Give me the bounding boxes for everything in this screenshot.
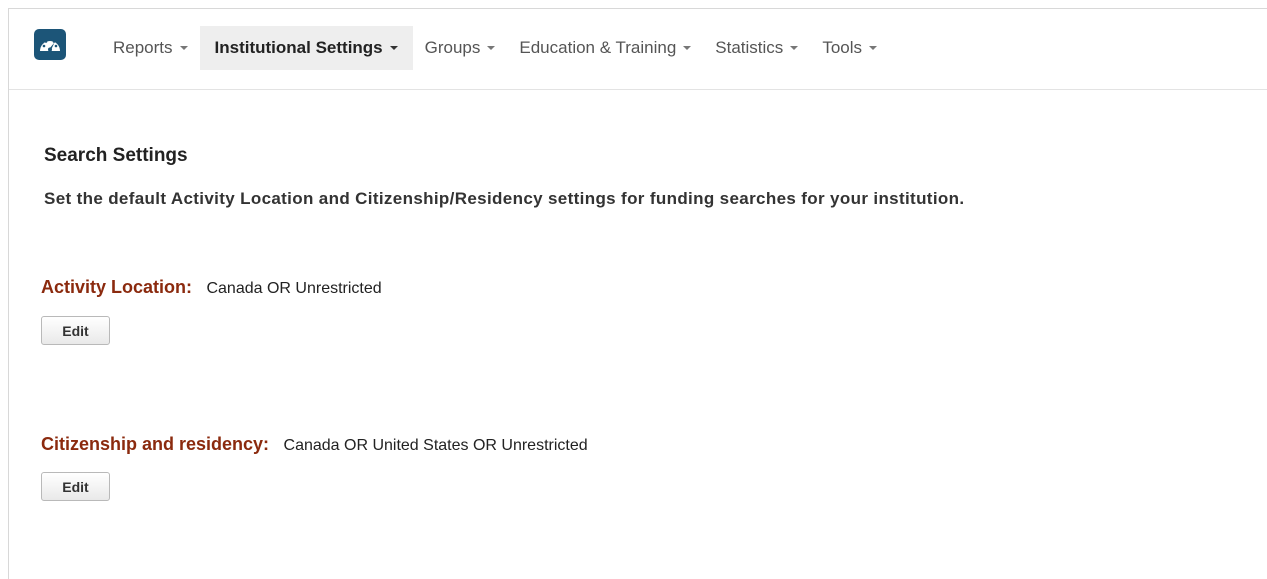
caret-down-icon: [683, 46, 692, 50]
nav-item-groups[interactable]: Groups: [413, 26, 508, 70]
nav-item-label: Statistics: [715, 38, 784, 57]
nav-item-institutional-settings[interactable]: Institutional Settings: [199, 26, 413, 70]
edit-activity-location-button[interactable]: Edit: [41, 316, 110, 345]
top-navbar: Reports Institutional Settings Groups Ed…: [9, 9, 1267, 90]
nav-item-label: Education & Training: [519, 38, 677, 57]
app-frame: Reports Institutional Settings Groups Ed…: [8, 8, 1267, 579]
nav-item-tools[interactable]: Tools: [810, 26, 889, 70]
edit-citizenship-button[interactable]: Edit: [41, 472, 110, 501]
nav-item-label: Groups: [424, 38, 481, 57]
nav-item-label: Reports: [113, 38, 173, 57]
nav-item-education-training[interactable]: Education & Training: [507, 26, 703, 70]
citizenship-label: Citizenship and residency:: [41, 434, 270, 454]
page-title: Search Settings: [44, 145, 188, 166]
dashboard-gauge-icon[interactable]: [34, 29, 66, 60]
nav-item-label: Tools: [822, 38, 862, 57]
page-description: Set the default Activity Location and Ci…: [44, 189, 965, 208]
activity-location-setting: Activity Location: Canada OR Unrestricte…: [41, 277, 382, 298]
nav-item-reports[interactable]: Reports: [101, 26, 200, 70]
nav-item-label: Institutional Settings: [214, 38, 383, 57]
caret-down-icon: [869, 46, 877, 50]
caret-down-icon: [487, 46, 496, 50]
citizenship-setting: Citizenship and residency: Canada OR Uni…: [41, 434, 588, 455]
nav-item-statistics[interactable]: Statistics: [703, 26, 810, 70]
caret-down-icon: [389, 46, 398, 50]
main-nav-menu: Reports Institutional Settings Groups Ed…: [101, 26, 889, 70]
caret-down-icon: [790, 46, 799, 50]
activity-location-label: Activity Location:: [41, 277, 193, 297]
caret-down-icon: [179, 46, 188, 50]
citizenship-value: Canada OR United States OR Unrestricted: [283, 437, 588, 454]
activity-location-value: Canada OR Unrestricted: [206, 280, 382, 297]
